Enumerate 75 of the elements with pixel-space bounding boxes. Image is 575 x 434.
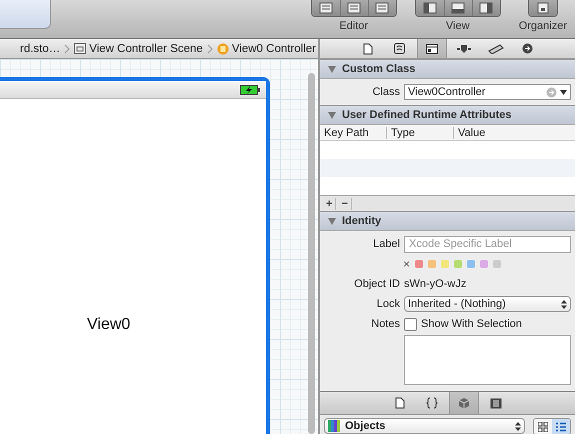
scene-icon xyxy=(74,43,86,54)
field-label: Class xyxy=(371,86,400,98)
film-icon xyxy=(490,398,502,408)
field-label: Label xyxy=(372,238,400,250)
controller-icon xyxy=(216,42,229,54)
organizer-icon xyxy=(536,2,550,14)
battery-icon xyxy=(240,84,260,94)
column-header[interactable]: Type xyxy=(386,126,453,138)
panel-icon xyxy=(479,2,494,14)
toolbar-button[interactable] xyxy=(340,0,368,16)
table-button[interactable]: + xyxy=(323,198,336,210)
ruler-icon xyxy=(488,44,504,54)
toolbar-label: Organizer xyxy=(518,20,567,32)
toolbar-button[interactable] xyxy=(528,0,557,16)
file-icon xyxy=(394,397,404,409)
help-icon xyxy=(394,43,405,54)
arrow-circle-icon xyxy=(546,86,557,98)
stepper-arrows-icon xyxy=(515,422,521,430)
field-label: Lock xyxy=(376,298,400,310)
chevron-icon xyxy=(64,44,70,54)
identity-icon xyxy=(426,44,438,54)
color-bars-icon xyxy=(328,420,342,432)
color-swatch[interactable] xyxy=(415,260,424,268)
section-header[interactable]: Custom Class xyxy=(320,59,575,79)
grid-icon xyxy=(538,422,548,432)
toolbar-button[interactable] xyxy=(472,0,500,16)
color-swatch[interactable] xyxy=(454,260,462,268)
color-swatch[interactable] xyxy=(428,260,436,268)
toolbar-button[interactable] xyxy=(444,0,472,16)
panel-icon xyxy=(422,2,437,14)
view-mode-button[interactable] xyxy=(534,419,552,434)
section-header[interactable]: Identity xyxy=(320,211,575,231)
library-popup[interactable]: Objects xyxy=(324,418,525,434)
editor-icon xyxy=(375,2,390,14)
table-button[interactable]: − xyxy=(338,198,352,210)
inspector-tab[interactable] xyxy=(416,39,446,58)
color-swatch[interactable] xyxy=(493,260,502,268)
list-icon xyxy=(556,422,566,432)
toolbar-button[interactable] xyxy=(312,0,340,16)
color-swatch[interactable] xyxy=(441,260,450,268)
chevron-icon xyxy=(206,44,213,54)
notes-field[interactable] xyxy=(404,335,571,385)
breadcrumb-item[interactable]: View Controller Scene xyxy=(74,42,203,54)
section-header[interactable]: User Defined Runtime Attributes xyxy=(320,105,575,125)
lock-popup[interactable]: Inherited - (Nothing) xyxy=(404,296,571,312)
editor-icon xyxy=(347,2,362,14)
color-swatch[interactable] xyxy=(467,260,476,268)
toolbar-label: Editor xyxy=(339,20,368,32)
clear-color-button[interactable]: × xyxy=(403,257,410,271)
column-header[interactable]: Value xyxy=(453,126,486,138)
field-label: Object ID xyxy=(353,278,400,290)
panel-icon xyxy=(451,2,466,14)
color-swatch[interactable] xyxy=(480,260,488,268)
cube-icon xyxy=(458,397,470,409)
breadcrumb-item[interactable]: View0 Controller xyxy=(216,42,316,54)
file-icon xyxy=(362,42,372,54)
view-frame[interactable]: View0 xyxy=(0,77,270,434)
object-id-value: sWn-yO-wJz xyxy=(404,278,466,290)
toolbar-label: View xyxy=(446,20,470,32)
editor-icon xyxy=(318,2,333,14)
toolbar-button[interactable] xyxy=(416,0,444,16)
view-label: View0 xyxy=(87,316,130,333)
toolbar-button[interactable] xyxy=(368,0,396,16)
scrollbar[interactable] xyxy=(308,73,315,434)
checkbox[interactable] xyxy=(404,318,417,330)
braces-icon xyxy=(426,397,438,409)
class-combo-box[interactable]: View0Controller xyxy=(404,84,571,100)
caret-icon xyxy=(560,90,567,94)
stepper-arrows-icon xyxy=(561,300,567,308)
breadcrumb-item[interactable]: rd.sto… xyxy=(20,42,60,54)
label-field[interactable]: Xcode Specific Label xyxy=(404,236,571,252)
field-label: Notes xyxy=(370,318,400,330)
arrow-circle-icon xyxy=(522,43,533,54)
column-header[interactable]: Key Path xyxy=(320,126,386,138)
checkbox-label[interactable]: Show With Selection xyxy=(421,318,522,330)
